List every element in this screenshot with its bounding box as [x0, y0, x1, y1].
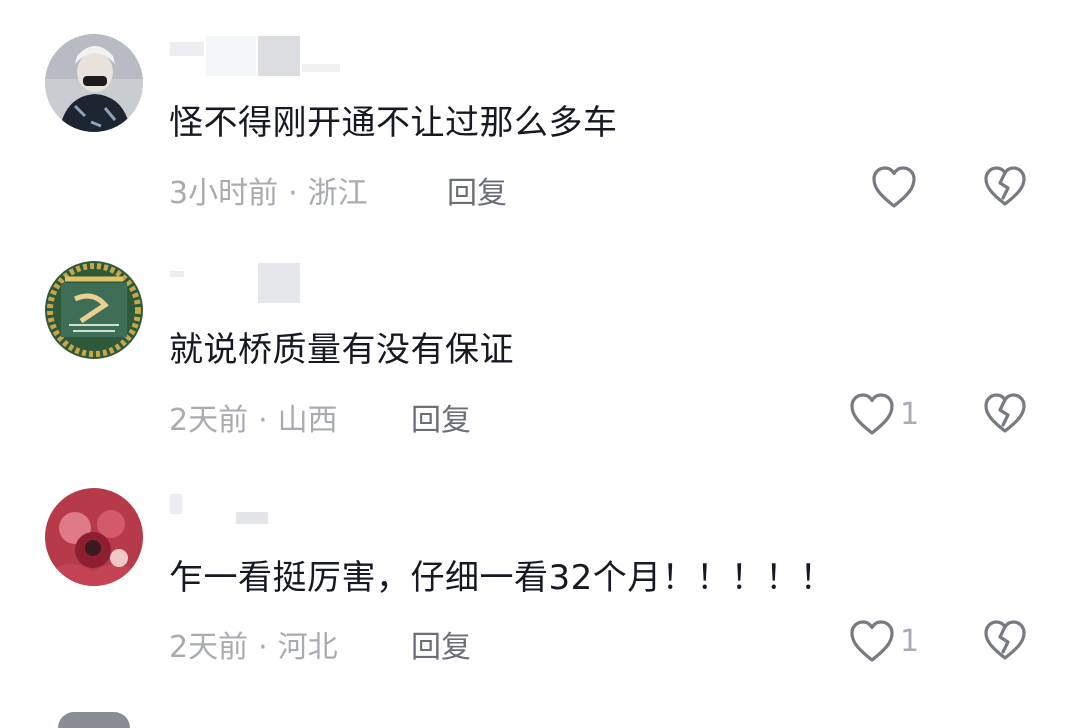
comment-item: 就说桥质量有没有保证 2天前 · 山西 回复 1 — [0, 227, 1080, 455]
username-blurred — [302, 64, 340, 72]
username-blurred — [258, 36, 300, 76]
avatar[interactable] — [58, 712, 130, 728]
broken-heart-icon — [984, 393, 1026, 433]
like-count: 1 — [900, 623, 920, 659]
broken-heart-icon — [984, 166, 1026, 206]
broken-heart-icon — [984, 620, 1026, 660]
dislike-button[interactable] — [982, 391, 1028, 435]
comment-meta: 2天前 · 河北 — [169, 622, 338, 666]
meta-separator: · — [258, 630, 268, 665]
username-blurred — [170, 271, 184, 277]
username-blurred — [170, 42, 204, 56]
dislike-button[interactable] — [982, 618, 1028, 662]
username-blurred — [206, 36, 256, 76]
comment-item: 乍一看挺厉害，仔细一看32个月！！！！！ 2天前 · 河北 回复 1 — [0, 454, 1080, 682]
like-button[interactable]: 1 — [848, 389, 919, 439]
comment-text: 怪不得刚开通不让过那么多车 — [169, 103, 618, 143]
meta-separator: · — [258, 403, 268, 438]
comment-location: 山西 — [277, 403, 338, 438]
comment-location: 河北 — [277, 630, 338, 665]
comment-time: 2天前 — [169, 403, 249, 438]
reply-button[interactable]: 回复 — [411, 622, 471, 666]
username-blurred — [236, 512, 268, 524]
like-count: 1 — [900, 396, 920, 432]
comment-location: 浙江 — [307, 176, 368, 211]
comment-meta: 3小时前 · 浙江 — [169, 168, 368, 212]
reply-button[interactable]: 回复 — [447, 168, 507, 212]
heart-icon — [872, 166, 916, 208]
heart-icon — [850, 620, 894, 662]
avatar[interactable] — [45, 261, 143, 359]
like-button[interactable]: 1 — [848, 616, 919, 666]
like-button[interactable] — [870, 162, 922, 212]
comment-text: 乍一看挺厉害，仔细一看32个月！！！！！ — [169, 558, 835, 598]
dislike-button[interactable] — [982, 164, 1028, 208]
avatar[interactable] — [45, 488, 143, 586]
heart-icon — [850, 393, 894, 435]
comment-meta: 2天前 · 山西 — [169, 395, 338, 439]
username-blurred — [258, 263, 300, 303]
username-blurred — [170, 494, 182, 514]
comment-time: 2天前 — [169, 630, 249, 665]
meta-separator: · — [288, 176, 298, 211]
comment-text: 就说桥质量有没有保证 — [169, 330, 514, 370]
comment-time: 3小时前 — [169, 176, 279, 211]
comment-item: 怪不得刚开通不让过那么多车 3小时前 · 浙江 回复 — [0, 0, 1080, 228]
avatar[interactable] — [45, 34, 143, 132]
reply-button[interactable]: 回复 — [411, 395, 471, 439]
